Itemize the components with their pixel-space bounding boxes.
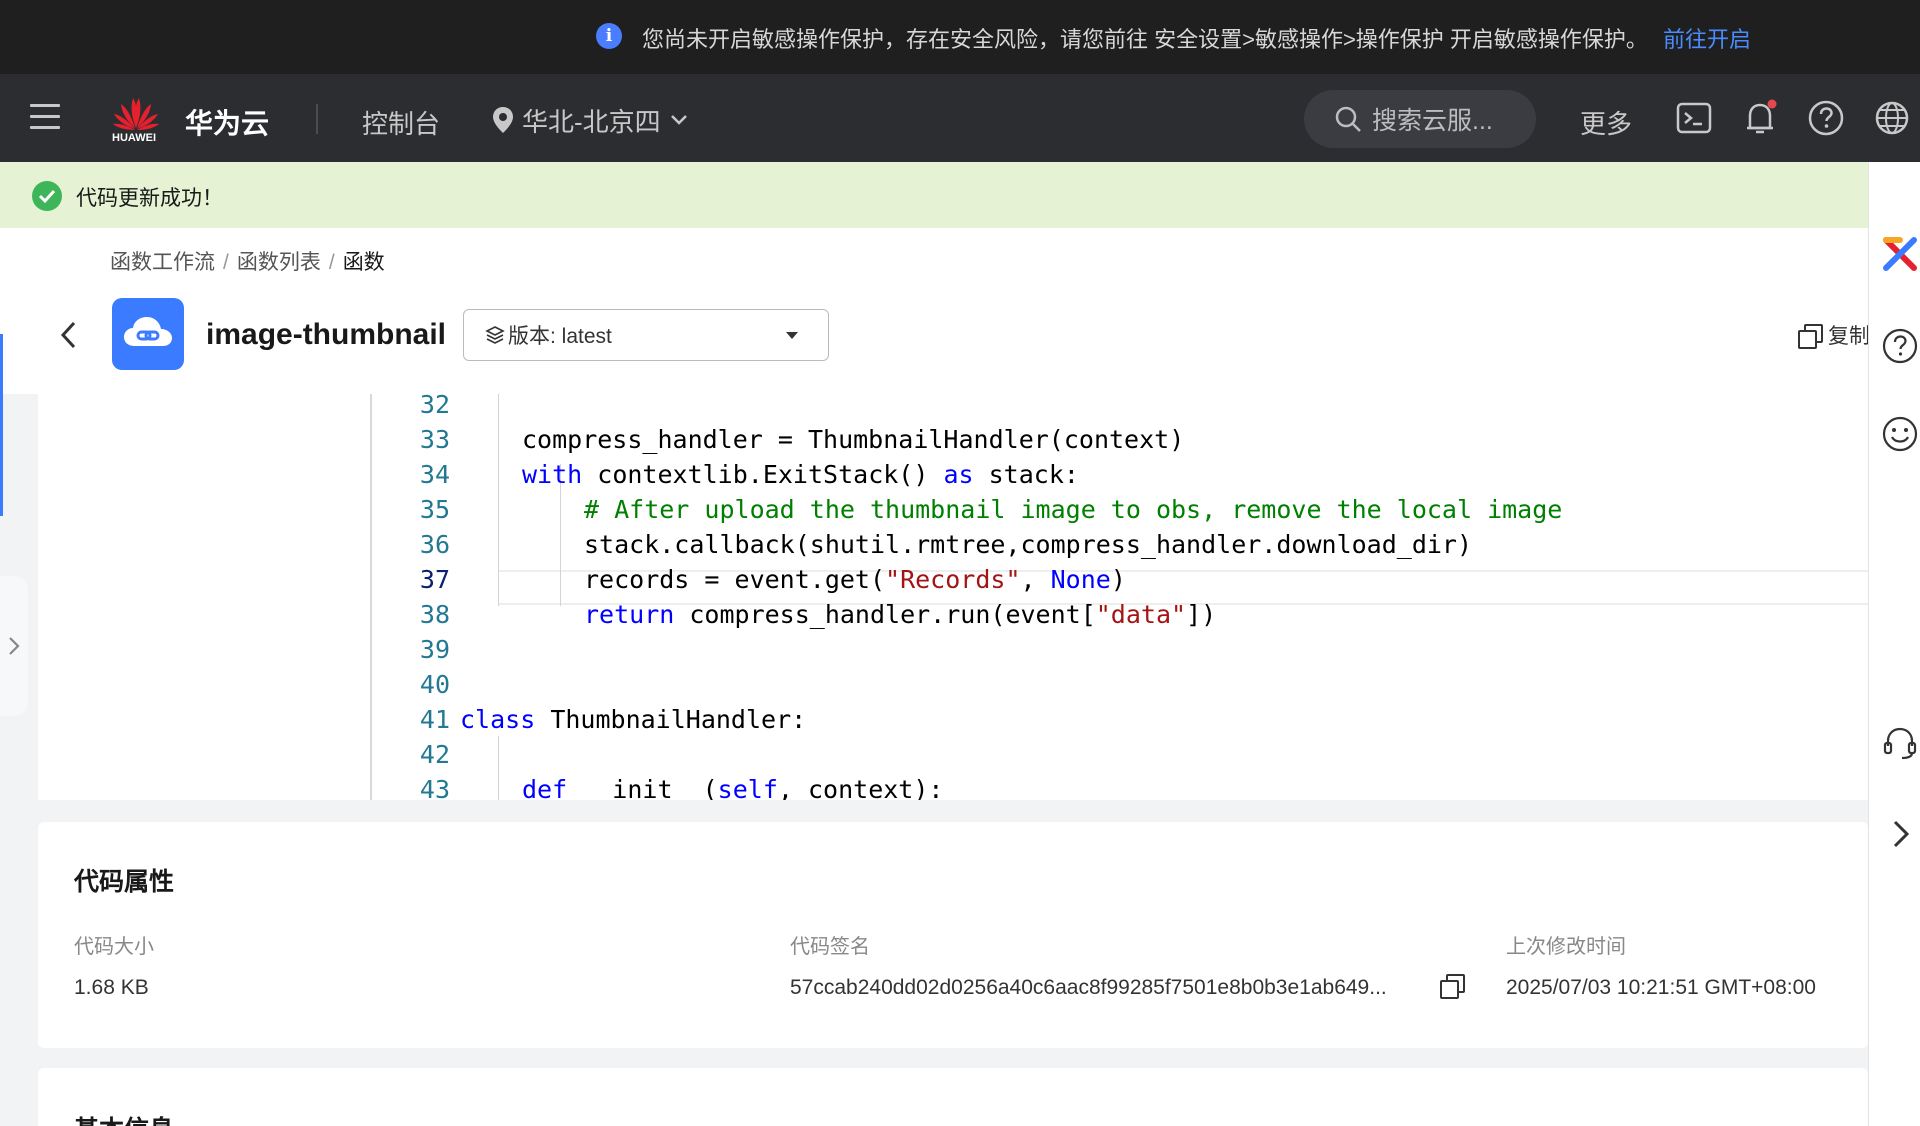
function-cloud-icon xyxy=(112,298,184,370)
code-line[interactable]: 43 def __init__(self, context): xyxy=(38,772,1868,800)
line-number: 37 xyxy=(419,565,450,594)
code-line[interactable]: 33 compress_handler = ThumbnailHandler(co… xyxy=(38,422,1868,457)
code-line[interactable]: 32 xyxy=(38,394,1868,422)
huawei-logo-text: HUAWEI xyxy=(112,132,156,144)
brand-name[interactable]: 华为云 xyxy=(185,102,269,142)
last-modified-label: 上次修改时间 xyxy=(1506,936,1626,958)
line-number: 36 xyxy=(419,530,450,559)
version-layers-icon xyxy=(485,326,505,344)
caret-down-icon xyxy=(786,332,798,339)
cloud-shell-icon[interactable] xyxy=(1674,98,1714,138)
copy-label: 复制 xyxy=(1828,325,1870,348)
top-nav-bar: HUAWEI 华为云 控制台 华北-北京四 搜索云服... 更多 xyxy=(0,74,1920,162)
line-number: 43 xyxy=(419,775,450,800)
help-icon[interactable] xyxy=(1880,326,1920,366)
function-name: image-thumbnail xyxy=(206,318,447,351)
line-number: 34 xyxy=(419,460,450,489)
header-divider xyxy=(316,104,318,134)
line-number: 35 xyxy=(419,495,450,524)
chevron-down-icon xyxy=(670,115,687,125)
copy-icon xyxy=(1798,324,1823,349)
success-message: 代码更新成功！ xyxy=(76,187,223,210)
back-arrow-icon[interactable] xyxy=(56,318,80,352)
code-line[interactable]: 38 return compress_handler.run(event["dat… xyxy=(38,597,1868,632)
language-globe-icon[interactable] xyxy=(1872,98,1912,138)
left-active-indicator xyxy=(0,334,3,516)
search-placeholder: 搜索云服... xyxy=(1372,107,1493,135)
code-signature-value: 57ccab240dd02d0256a40c6aac8f99285f7501e8… xyxy=(790,976,1387,999)
help-icon[interactable] xyxy=(1806,98,1846,138)
version-select[interactable]: 版本: latest xyxy=(463,309,829,361)
line-number: 42 xyxy=(419,740,450,769)
expand-left-panel-handle[interactable] xyxy=(0,576,28,716)
code-properties-title: 代码属性 xyxy=(74,868,175,896)
info-icon: i xyxy=(596,23,622,49)
breadcrumb-item-workflow[interactable]: 函数工作流 xyxy=(110,251,215,274)
menu-icon[interactable] xyxy=(30,104,60,132)
security-warning-message: 您尚未开启敏感操作保护，存在安全风险，请您前往 安全设置>敏感操作>操作保护 开… xyxy=(642,27,1648,52)
notification-bell-icon[interactable] xyxy=(1740,98,1780,138)
code-text: # After upload the thumbnail image to ob… xyxy=(584,495,1563,524)
code-editor[interactable]: 32 33 compress_handler = ThumbnailHandler(… xyxy=(38,394,1868,800)
code-line[interactable]: 35 # After upload the thumbnail image to … xyxy=(38,492,1868,527)
region-label: 华北-北京四 xyxy=(522,106,661,137)
search-icon xyxy=(1335,106,1361,132)
right-tool-rail xyxy=(1868,162,1920,1126)
copy-icon xyxy=(1440,974,1466,1000)
code-text: return compress_handler.run(event["data"… xyxy=(584,600,1217,629)
ai-assistant-icon[interactable] xyxy=(1880,234,1920,274)
chevron-right-icon xyxy=(9,637,20,655)
search-box[interactable]: 搜索云服... xyxy=(1304,90,1536,148)
code-line[interactable]: 41 class ThumbnailHandler: xyxy=(38,702,1868,737)
breadcrumb: 函数工作流 / 函数列表 / 函数 xyxy=(110,251,385,274)
copy-function-button[interactable]: 复制 xyxy=(1798,320,1870,350)
code-text: def __init__(self, context): xyxy=(522,775,944,800)
more-menu[interactable]: 更多 xyxy=(1580,104,1632,141)
version-value: 版本: latest xyxy=(508,325,612,348)
region-selector[interactable]: 华北-北京四 xyxy=(492,102,689,138)
code-signature-label: 代码签名 xyxy=(790,936,870,958)
console-link[interactable]: 控制台 xyxy=(362,104,440,141)
copy-signature-button[interactable] xyxy=(1440,974,1466,1000)
code-size-label: 代码大小 xyxy=(74,936,154,958)
code-line[interactable]: 40 xyxy=(38,667,1868,702)
code-text: stack.callback(shutil.rmtree,compress_ha… xyxy=(584,530,1473,559)
chevron-right-icon[interactable] xyxy=(1880,814,1920,854)
security-warning-banner: i 您尚未开启敏感操作保护，存在安全风险，请您前往 安全设置>敏感操作>操作保护… xyxy=(0,0,1920,74)
line-number: 38 xyxy=(419,600,450,629)
basic-info-title: 基本信息 xyxy=(74,1110,174,1126)
code-size-value: 1.68 KB xyxy=(74,976,149,999)
code-text: records = event.get("Records", None) xyxy=(584,565,1126,594)
feedback-smile-icon[interactable] xyxy=(1880,414,1920,454)
basic-info-card xyxy=(38,1068,1868,1126)
line-number: 39 xyxy=(419,635,450,664)
line-number: 33 xyxy=(419,425,450,454)
enable-protection-link[interactable]: 前往开启 xyxy=(1663,22,1751,54)
line-number: 32 xyxy=(419,394,450,419)
success-check-icon xyxy=(32,181,62,211)
code-text: with contextlib.ExitStack() as stack: xyxy=(522,460,1079,489)
line-number: 40 xyxy=(419,670,450,699)
line-number: 41 xyxy=(419,705,450,734)
customer-service-headset-icon[interactable] xyxy=(1880,722,1920,762)
code-line[interactable]: 42 xyxy=(38,737,1868,772)
code-text: class ThumbnailHandler: xyxy=(460,705,807,734)
breadcrumb-item-function-list[interactable]: 函数列表 xyxy=(237,251,321,274)
code-line[interactable]: 36 stack.callback(shutil.rmtree,compress_… xyxy=(38,527,1868,562)
location-pin-icon xyxy=(493,107,513,133)
code-line[interactable]: 37 records = event.get("Records", None) xyxy=(38,562,1868,597)
last-modified-value: 2025/07/03 10:21:51 GMT+08:00 xyxy=(1506,976,1816,999)
code-text: compress_handler = ThumbnailHandler(cont… xyxy=(522,425,1185,454)
code-line[interactable]: 34 with contextlib.ExitStack() as stack: xyxy=(38,457,1868,492)
breadcrumb-item-function: 函数 xyxy=(342,251,385,274)
success-notice: 代码更新成功！ xyxy=(0,162,1868,228)
code-line[interactable]: 39 xyxy=(38,632,1868,667)
